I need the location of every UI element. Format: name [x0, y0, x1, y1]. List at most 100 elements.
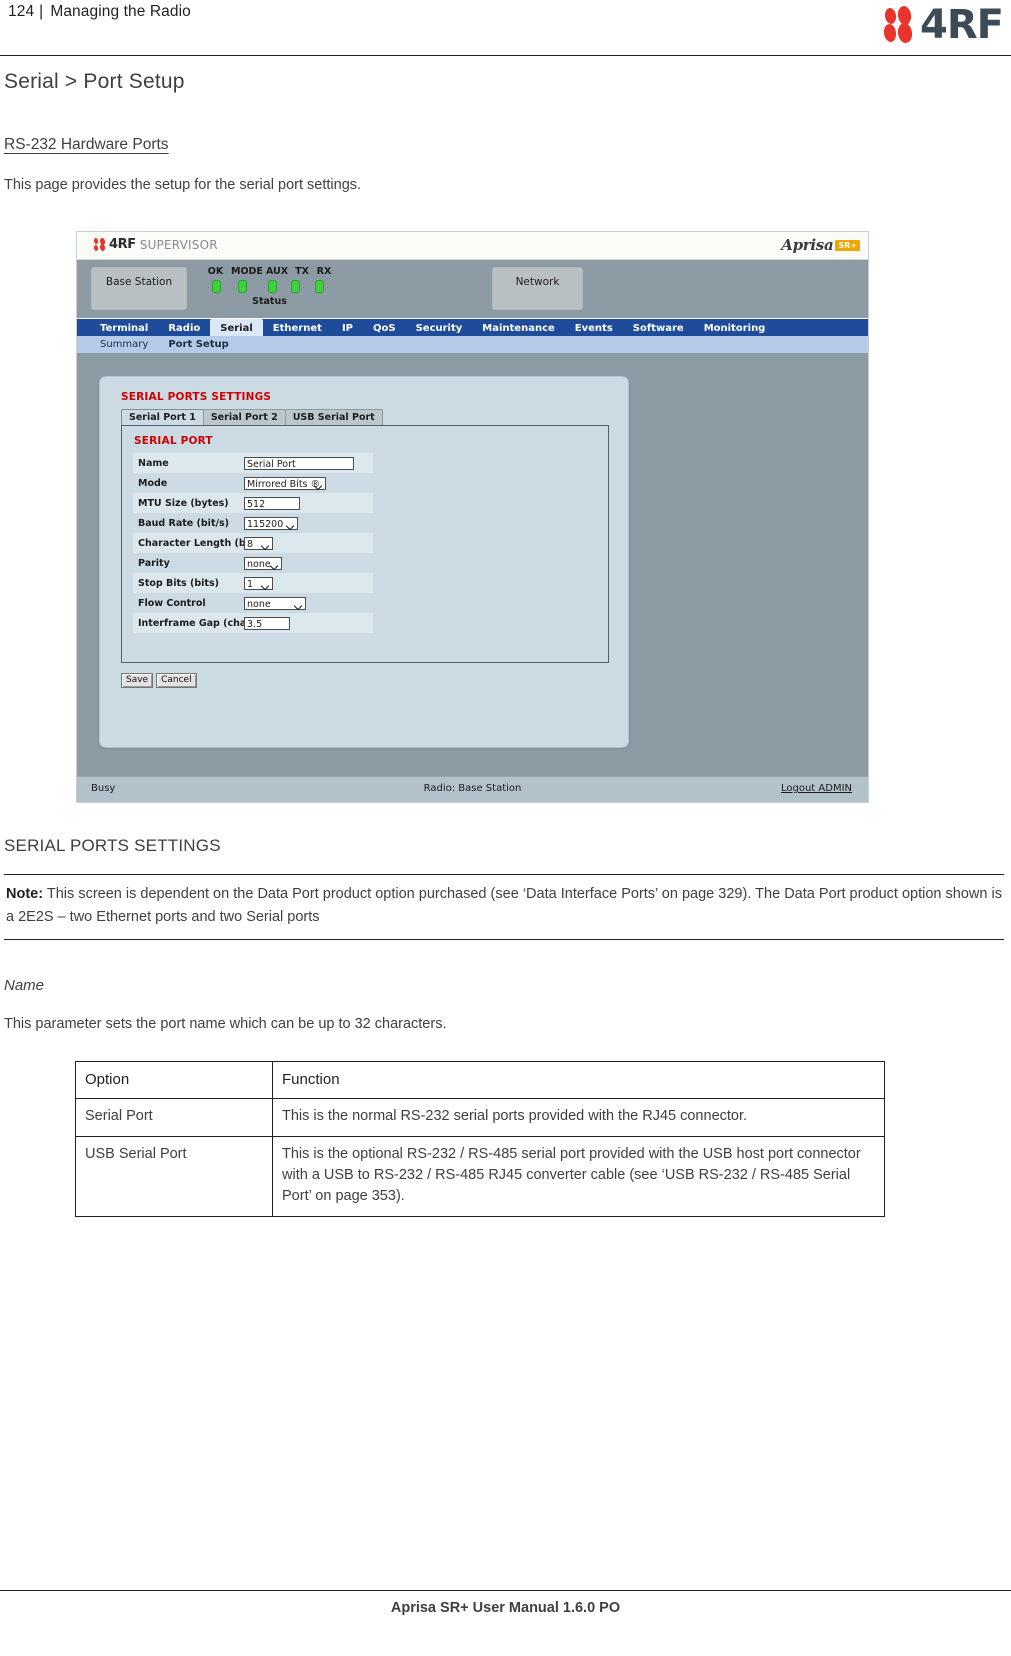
led-label-aux: AUX: [266, 266, 289, 277]
nav-item-ethernet[interactable]: Ethernet: [263, 319, 332, 337]
name-input[interactable]: Serial Port: [244, 456, 354, 470]
led-label-tx: TX: [295, 266, 309, 277]
interframe-gap-input[interactable]: 3.5: [244, 616, 290, 630]
nav-item-maintenance[interactable]: Maintenance: [472, 319, 565, 337]
mtu-size-input[interactable]: 512: [244, 496, 300, 510]
label-stop-bits: Stop Bits (bits): [138, 577, 219, 589]
aprisa-wordmark: Aprisa: [781, 236, 834, 254]
field-row-mtu-size: MTU Size (bytes) 512: [133, 493, 373, 513]
page-title: Serial > Port Setup: [4, 70, 185, 93]
section-heading: SERIAL PORTS SETTINGS: [4, 836, 221, 855]
led-mode-icon: [238, 280, 247, 293]
subnav-item-summary[interactable]: Summary: [90, 339, 158, 350]
nav-item-serial[interactable]: Serial: [210, 319, 263, 337]
field-row-flow-control: Flow Control none: [133, 593, 373, 613]
nav-item-software[interactable]: Software: [623, 319, 694, 337]
chapter-title: Managing the Radio: [50, 3, 191, 20]
nav-item-events[interactable]: Events: [565, 319, 623, 337]
subnav-item-port-setup[interactable]: Port Setup: [158, 339, 238, 350]
parameter-description: This parameter sets the port name which …: [4, 1016, 447, 1032]
tab-usb-serial-port[interactable]: USB Serial Port: [284, 409, 383, 425]
tab-serial-port-2[interactable]: Serial Port 2: [202, 409, 286, 425]
table-header-option: Option: [75, 1061, 273, 1099]
note-text: Note: This screen is dependent on the Da…: [4, 883, 1004, 929]
nav-item-terminal[interactable]: Terminal: [90, 319, 158, 337]
led-status-group: OK MODE AUX TX RX Status: [207, 266, 332, 307]
supervisor-statusbar: Busy Radio: Base Station Logout ADMIN: [77, 776, 868, 802]
device-pill[interactable]: Base Station: [91, 267, 187, 310]
field-row-parity: Parity none: [133, 553, 373, 573]
table-row: Serial Port This is the normal RS-232 se…: [75, 1098, 885, 1137]
4rf-logo: 4RF: [882, 2, 1004, 48]
save-button[interactable]: Save: [121, 673, 154, 688]
supervisor-main-nav: Terminal Radio Serial Ethernet IP QoS Se…: [77, 318, 868, 337]
serial-port-tabstrip: Serial Port 1 Serial Port 2 USB Serial P…: [121, 409, 383, 425]
aprisa-product-logo: Aprisa SR+: [781, 236, 860, 254]
option-function-table: Option Function Serial Port This is the …: [75, 1061, 885, 1217]
parity-select[interactable]: none: [244, 556, 282, 570]
statusbar-radio: Radio: Base Station: [423, 783, 522, 794]
tab-serial-port-1[interactable]: Serial Port 1: [121, 409, 204, 425]
stop-bits-select[interactable]: 1: [244, 576, 273, 590]
nav-item-security[interactable]: Security: [406, 319, 473, 337]
header-divider: [0, 55, 1011, 56]
mode-select[interactable]: Mirrored Bits ®: [244, 476, 326, 490]
supervisor-brand-product: SUPERVISOR: [139, 237, 218, 252]
4rf-dots-icon: [882, 5, 917, 44]
supervisor-status-band: Base Station Network OK MODE AUX TX RX S…: [77, 260, 868, 318]
nav-item-radio[interactable]: Radio: [158, 319, 210, 337]
led-ok-icon: [212, 280, 221, 293]
label-name: Name: [138, 457, 169, 469]
nav-item-ip[interactable]: IP: [332, 319, 363, 337]
label-character-length: Character Length (bits): [138, 537, 264, 549]
led-label-rx: RX: [316, 266, 332, 277]
table-header-function: Function: [272, 1061, 885, 1099]
supervisor-brand: 4RF SUPERVISOR: [93, 237, 218, 252]
serial-ports-settings-panel: SERIAL PORTS SETTINGS Serial Port 1 Seri…: [99, 376, 629, 748]
logout-link[interactable]: Logout ADMIN: [781, 783, 852, 794]
character-length-select[interactable]: 8: [244, 536, 273, 550]
supervisor-brand-name: 4RF: [109, 237, 136, 252]
flow-control-select[interactable]: none: [244, 596, 306, 610]
note-body: This screen is dependent on the Data Por…: [6, 886, 1002, 925]
cell-option-serial-port: Serial Port: [75, 1098, 273, 1137]
page-header: 124 | Managing the Radio 4RF: [0, 0, 1011, 56]
field-row-character-length: Character Length (bits) 8: [133, 533, 373, 553]
led-labels: OK MODE AUX TX RX: [207, 266, 332, 277]
page-number: 124: [8, 3, 35, 20]
footer-text: Aprisa SR+ User Manual 1.6.0 PO: [390, 1600, 621, 1616]
section-title: SERIAL PORT: [134, 435, 213, 447]
label-flow-control: Flow Control: [138, 597, 206, 609]
field-row-stop-bits: Stop Bits (bits) 1: [133, 573, 373, 593]
4rf-dots-icon-small: [93, 237, 107, 252]
network-pill[interactable]: Network: [492, 267, 583, 310]
footer-divider: [0, 1590, 1011, 1591]
led-rx-icon: [315, 280, 324, 293]
led-label-ok: OK: [207, 266, 224, 277]
cancel-button[interactable]: Cancel: [156, 673, 197, 688]
4rf-logo-word: 4RF: [920, 2, 1004, 48]
subsection-heading: RS-232 Hardware Ports: [4, 136, 169, 153]
baud-rate-select[interactable]: 115200: [244, 516, 298, 530]
label-baud-rate: Baud Rate (bit/s): [138, 517, 229, 529]
page-header-text: 124 | Managing the Radio: [8, 3, 191, 21]
table-row: USB Serial Port This is the optional RS-…: [75, 1136, 885, 1217]
panel-title: SERIAL PORTS SETTINGS: [121, 391, 272, 403]
field-row-interframe-gap: Interframe Gap (chars) 3.5: [133, 613, 373, 633]
field-row-mode: Mode Mirrored Bits ®: [133, 473, 373, 493]
nav-item-monitoring[interactable]: Monitoring: [694, 319, 776, 337]
table-header-row: Option Function: [75, 1061, 885, 1099]
serial-port-form: Name Serial Port Mode Mirrored Bits ® MT…: [133, 453, 373, 633]
nav-item-qos[interactable]: QoS: [363, 319, 406, 337]
led-lamps: [207, 280, 332, 293]
aprisa-badge: SR+: [835, 239, 860, 251]
label-parity: Parity: [138, 557, 170, 569]
field-row-name: Name Serial Port: [133, 453, 373, 473]
intro-paragraph: This page provides the setup for the ser…: [4, 177, 362, 193]
serial-port-tab-panel: SERIAL PORT Name Serial Port Mode Mirror…: [121, 425, 609, 663]
led-tx-icon: [291, 280, 300, 293]
supervisor-titlebar: 4RF SUPERVISOR Aprisa SR+: [77, 232, 868, 260]
field-row-baud-rate: Baud Rate (bit/s) 115200: [133, 513, 373, 533]
supervisor-sub-nav: Summary Port Setup: [77, 336, 868, 353]
supervisor-screenshot: 4RF SUPERVISOR Aprisa SR+ Base Station N…: [76, 231, 869, 803]
